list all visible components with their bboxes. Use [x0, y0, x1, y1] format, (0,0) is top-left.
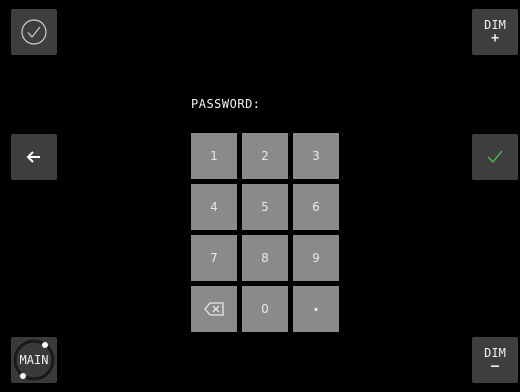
dim-minus-button[interactable]: DIM –: [472, 337, 518, 383]
backspace-icon: [204, 302, 224, 316]
key-9[interactable]: 9: [293, 235, 339, 281]
dim-plus-button[interactable]: DIM +: [472, 9, 518, 55]
key-8[interactable]: 8: [242, 235, 288, 281]
check-icon: [487, 150, 503, 164]
arrow-left-icon: [26, 151, 40, 163]
main-label: MAIN: [19, 353, 49, 367]
key-3[interactable]: 3: [293, 133, 339, 179]
check-circle-icon: [21, 19, 47, 45]
key-4[interactable]: 4: [191, 184, 237, 230]
confirm-button[interactable]: [472, 134, 518, 180]
back-button[interactable]: [11, 134, 57, 180]
key-1[interactable]: 1: [191, 133, 237, 179]
key-backspace[interactable]: [191, 286, 237, 332]
key-5[interactable]: 5: [242, 184, 288, 230]
key-6[interactable]: 6: [293, 184, 339, 230]
main-button[interactable]: MAIN: [11, 337, 57, 383]
key-dot[interactable]: ·: [293, 286, 339, 332]
key-2[interactable]: 2: [242, 133, 288, 179]
plus-sign: +: [491, 31, 499, 46]
minus-sign: –: [491, 359, 499, 374]
key-7[interactable]: 7: [191, 235, 237, 281]
numeric-keypad: 1 2 3 4 5 6 7 8 9 0 ·: [191, 133, 339, 332]
key-0[interactable]: 0: [242, 286, 288, 332]
confirm-circle-button[interactable]: [11, 9, 57, 55]
password-label: PASSWORD:: [191, 97, 261, 111]
